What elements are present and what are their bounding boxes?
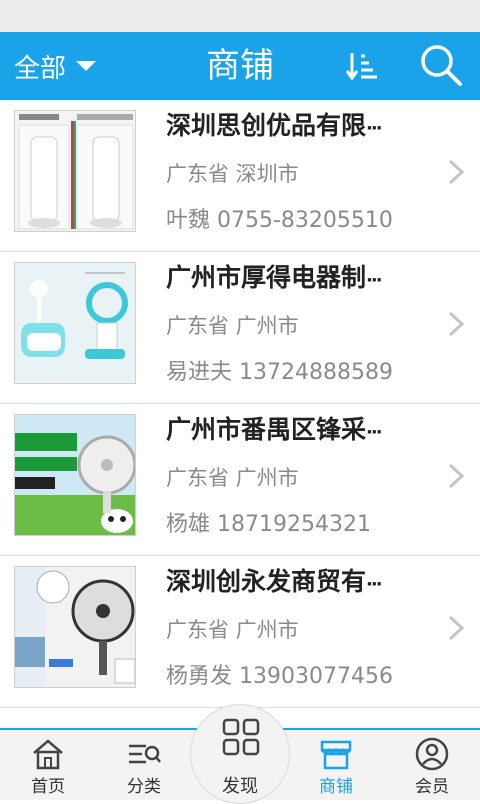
tab-home[interactable]: 首页 (0, 730, 96, 800)
tab-category[interactable]: 分类 (96, 730, 192, 800)
shop-name: 广州市厚得电器制··· (166, 263, 382, 292)
grid-icon (222, 718, 260, 756)
tab-label: 商铺 (319, 777, 353, 797)
chevron-right-icon (448, 311, 465, 337)
store-icon (320, 740, 352, 770)
shop-name: 深圳创永发商贸有··· (166, 567, 382, 596)
status-bar (0, 0, 480, 32)
filter-dropdown[interactable]: 全部 (14, 32, 97, 100)
chevron-down-icon (76, 61, 97, 71)
search-icon (421, 45, 462, 86)
top-bar: 全部 商铺 (0, 32, 480, 100)
tab-label: 会员 (415, 777, 449, 797)
shop-name: 深圳思创优品有限··· (166, 111, 382, 140)
shop-image (14, 566, 136, 688)
tab-label: 分类 (127, 777, 161, 797)
shop-contact: 叶魏 0755-83205510 (166, 208, 393, 233)
chevron-right-icon (448, 159, 465, 185)
tab-store[interactable]: 商铺 (288, 730, 384, 800)
shop-image (14, 414, 136, 536)
shop-contact: 杨雄 18719254321 (166, 512, 371, 537)
list-item[interactable]: 广州市厚得电器制··· 广东省 广州市 易进夫 13724888589 (0, 252, 480, 404)
shop-image (14, 110, 136, 232)
shop-list: 深圳思创优品有限··· 广东省 深圳市 叶魏 0755-83205510 广州市… (0, 100, 480, 728)
sort-icon (345, 53, 377, 81)
filter-label: 全部 (14, 53, 67, 84)
home-icon (33, 739, 63, 770)
search-button[interactable] (418, 42, 464, 88)
shop-image (14, 262, 136, 384)
shop-location: 广东省 广州市 (166, 618, 299, 642)
chevron-right-icon (448, 615, 465, 641)
tab-label: 首页 (31, 777, 65, 797)
shop-location: 广东省 深圳市 (166, 162, 299, 186)
list-item[interactable]: 深圳创永发商贸有··· 广东省 广州市 杨勇发 13903077456 (0, 556, 480, 708)
user-icon (415, 737, 449, 771)
tab-discover-label: 发现 (222, 776, 258, 797)
tab-member[interactable]: 会员 (384, 730, 480, 800)
list-item[interactable]: 广州市番禺区锋采··· 广东省 广州市 杨雄 18719254321 (0, 404, 480, 556)
chevron-right-icon (448, 463, 465, 489)
shop-contact: 杨勇发 13903077456 (166, 664, 393, 689)
shop-name: 广州市番禺区锋采··· (166, 415, 382, 444)
shop-contact: 易进夫 13724888589 (166, 360, 393, 385)
sort-button[interactable] (344, 48, 380, 84)
list-item[interactable]: 深圳思创优品有限··· 广东省 深圳市 叶魏 0755-83205510 (0, 100, 480, 252)
shop-location: 广东省 广州市 (166, 314, 299, 338)
category-search-icon (129, 744, 161, 764)
shop-location: 广东省 广州市 (166, 466, 299, 490)
